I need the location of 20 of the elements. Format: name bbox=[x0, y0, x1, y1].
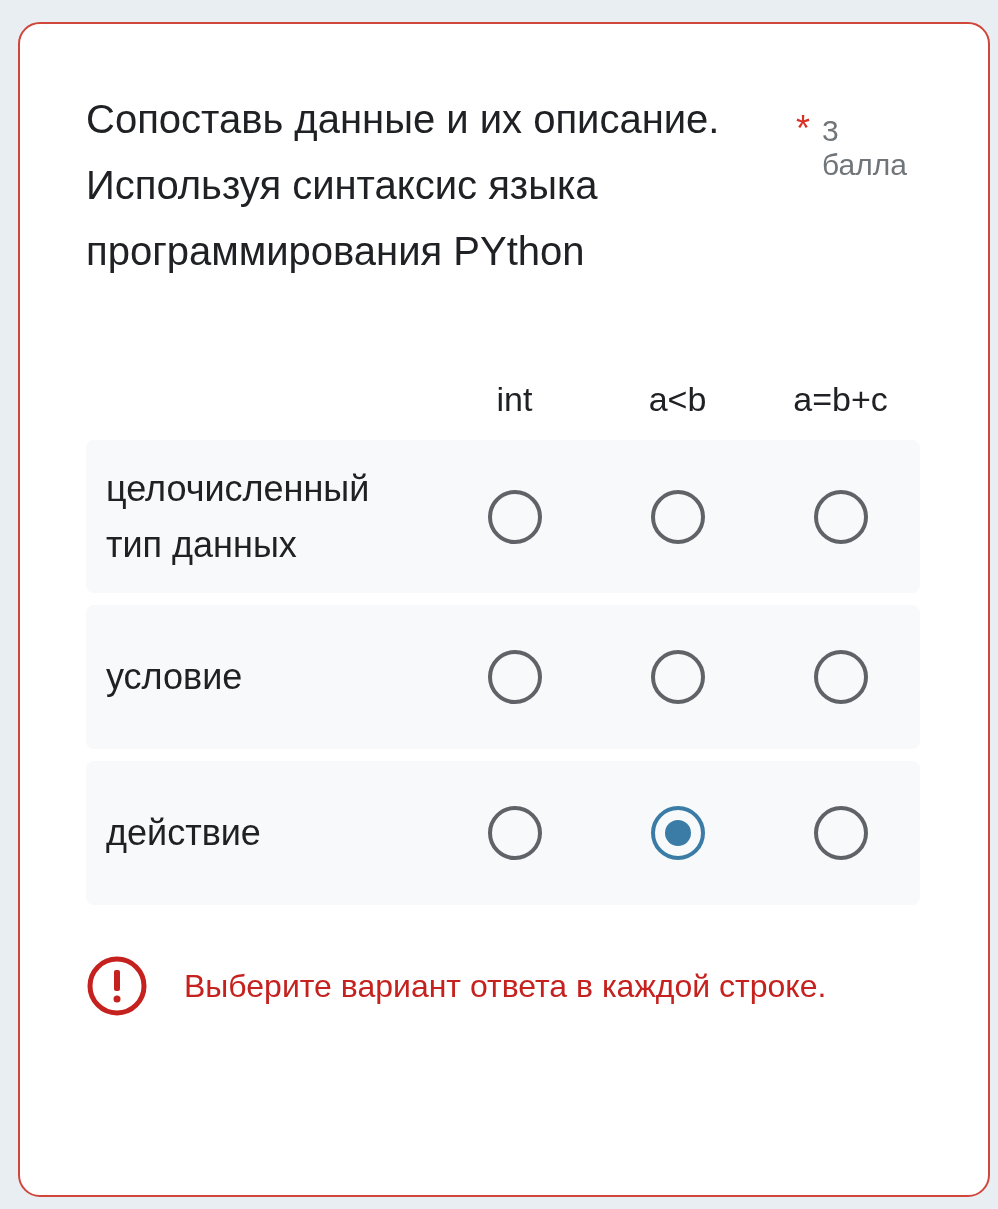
radio-button[interactable] bbox=[813, 489, 868, 544]
row-label: условие bbox=[105, 655, 244, 699]
error-message: Выберите вариант ответа в каждой строке. bbox=[184, 967, 827, 1005]
column-header: a=b+c bbox=[792, 379, 889, 419]
row-label: действие bbox=[105, 811, 262, 855]
radio-button[interactable] bbox=[650, 806, 705, 860]
radio-button[interactable] bbox=[487, 489, 542, 544]
radio-button[interactable] bbox=[650, 489, 705, 544]
row-label: целочисленный тип данных bbox=[105, 466, 371, 567]
radio-button[interactable] bbox=[813, 650, 868, 704]
column-header: int bbox=[495, 379, 534, 419]
points-label: 3 балла bbox=[822, 114, 908, 182]
radio-button[interactable] bbox=[650, 650, 705, 704]
column-header: a<b bbox=[647, 379, 708, 419]
question-title: Сопоставь данные и их описание. Используя синтаксис языка программирования PYthon bbox=[86, 96, 721, 275]
radio-button[interactable] bbox=[487, 650, 542, 704]
radio-button[interactable] bbox=[813, 806, 868, 860]
radio-button[interactable] bbox=[487, 806, 542, 860]
required-mark: * bbox=[796, 108, 810, 150]
error-icon bbox=[86, 955, 148, 1017]
